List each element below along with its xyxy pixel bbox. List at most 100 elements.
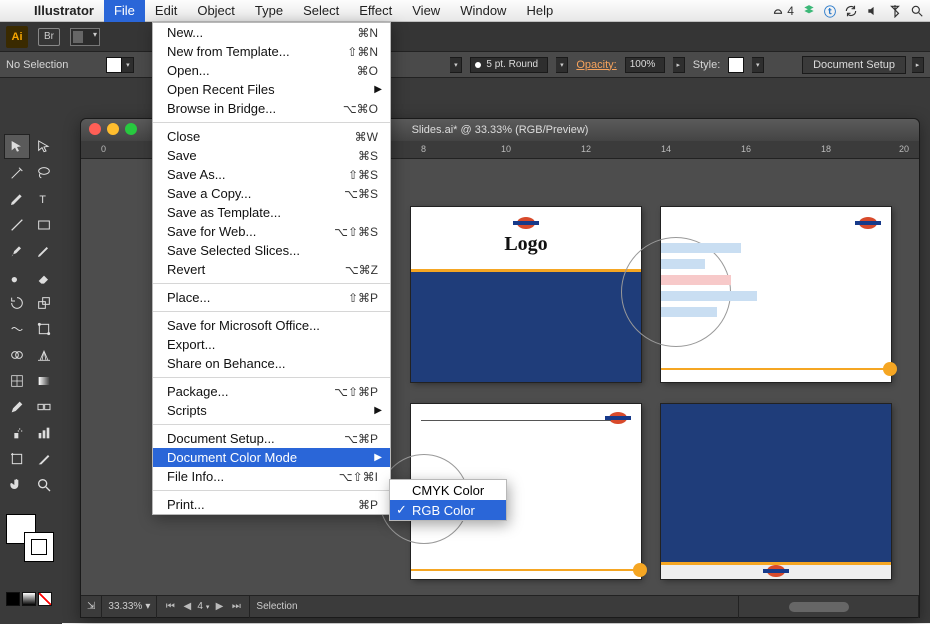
chip-color[interactable] [6, 592, 20, 606]
blob-brush-tool[interactable] [4, 264, 30, 289]
menu-type[interactable]: Type [245, 0, 293, 22]
style-swatch[interactable] [728, 57, 744, 73]
file-menu-item[interactable]: Save for Microsoft Office... [153, 316, 390, 335]
line-tool[interactable] [4, 212, 30, 237]
pencil-tool[interactable] [31, 238, 57, 263]
selection-tool[interactable] [4, 134, 30, 159]
artboard-nav[interactable]: ⏮ ◀ 4 ▾ ▶ ⏭ [157, 596, 250, 618]
rectangle-tool[interactable] [31, 212, 57, 237]
zoom-tool[interactable] [31, 472, 57, 497]
workspace-switcher[interactable] [70, 28, 100, 46]
color-mode-item[interactable]: ✓RGB Color [390, 500, 506, 520]
rotate-tool[interactable] [4, 290, 30, 315]
brush-field[interactable]: 5 pt. Round [470, 57, 548, 73]
file-menu-item[interactable]: Place...⇧⌘P [153, 288, 390, 307]
shape-builder-tool[interactable] [4, 342, 30, 367]
brush-dd[interactable]: ▾ [556, 57, 568, 73]
file-menu-item[interactable]: Save as Template... [153, 203, 390, 222]
status-mode[interactable]: Selection [250, 596, 739, 618]
zoom-readout[interactable]: 33.33% ▾ [102, 596, 157, 618]
bluetooth-icon[interactable] [888, 4, 902, 18]
brush-prev-dd[interactable]: ▾ [450, 57, 462, 73]
menu-edit[interactable]: Edit [145, 0, 187, 22]
direct-selection-tool[interactable] [31, 134, 57, 159]
file-menu-item[interactable]: Document Color Mode▶ [153, 448, 390, 467]
color-mode-item[interactable]: CMYK Color [390, 480, 506, 500]
file-menu-item[interactable]: Save Selected Slices... [153, 241, 390, 260]
file-menu-item[interactable]: Share on Behance... [153, 354, 390, 373]
file-menu-item[interactable]: File Info...⌥⇧⌘I [153, 467, 390, 486]
opacity-field[interactable]: 100% [625, 57, 665, 73]
hand-tool[interactable] [4, 472, 30, 497]
minimize-window-button[interactable] [107, 123, 119, 135]
file-menu-item[interactable]: New from Template...⇧⌘N [153, 42, 390, 61]
file-menu-item[interactable]: Browse in Bridge...⌥⌘O [153, 99, 390, 118]
file-menu-item[interactable]: Save⌘S [153, 146, 390, 165]
chip-none[interactable] [38, 592, 52, 606]
menu-view[interactable]: View [402, 0, 450, 22]
chip-gradient[interactable] [22, 592, 36, 606]
dropbox-icon[interactable] [802, 4, 816, 18]
pen-tool[interactable] [4, 186, 30, 211]
scale-tool[interactable] [31, 290, 57, 315]
bridge-icon[interactable]: Br [38, 28, 60, 46]
file-menu-item[interactable]: Package...⌥⇧⌘P [153, 382, 390, 401]
blend-tool[interactable] [31, 394, 57, 419]
file-menu-item[interactable]: Save for Web...⌥⇧⌘S [153, 222, 390, 241]
eyedropper-tool[interactable] [4, 394, 30, 419]
artboard-4[interactable] [661, 404, 891, 579]
file-menu-item[interactable]: Save As...⇧⌘S [153, 165, 390, 184]
window-controls[interactable] [89, 123, 137, 135]
style-dd[interactable]: ▾ [752, 57, 764, 73]
menu-effect[interactable]: Effect [349, 0, 402, 22]
lasso-tool[interactable] [31, 160, 57, 185]
close-window-button[interactable] [89, 123, 101, 135]
scrollbar-horizontal[interactable] [739, 596, 919, 618]
menu-help[interactable]: Help [516, 0, 563, 22]
mesh-tool[interactable] [4, 368, 30, 393]
document-setup-button[interactable]: Document Setup [802, 56, 906, 74]
fill-swatch-dd[interactable]: ▾ [122, 57, 134, 73]
file-menu-item[interactable]: Save a Copy...⌥⌘S [153, 184, 390, 203]
next-artboard-button[interactable]: ▶ [212, 600, 226, 614]
file-menu-item[interactable]: Scripts▶ [153, 401, 390, 420]
slice-tool[interactable] [31, 446, 57, 471]
last-artboard-button[interactable]: ⏭ [229, 600, 243, 614]
column-graph-tool[interactable] [31, 420, 57, 445]
eraser-tool[interactable] [31, 264, 57, 289]
te-icon[interactable]: ⓣ [824, 3, 836, 20]
first-artboard-button[interactable]: ⏮ [163, 600, 177, 614]
width-tool[interactable] [4, 316, 30, 341]
spotlight-icon[interactable] [910, 4, 924, 18]
artboard-tool[interactable] [4, 446, 30, 471]
menu-window[interactable]: Window [450, 0, 516, 22]
magic-wand-tool[interactable] [4, 160, 30, 185]
file-menu-item[interactable]: Revert⌥⌘Z [153, 260, 390, 279]
symbol-sprayer-tool[interactable] [4, 420, 30, 445]
status-expand-icon[interactable]: ⇲ [81, 596, 102, 618]
file-menu-item[interactable]: Print...⌘P [153, 495, 390, 514]
stroke-color-box[interactable] [24, 532, 54, 562]
opacity-label[interactable]: Opacity: [576, 59, 616, 71]
menu-file[interactable]: File [104, 0, 145, 22]
file-menu-item[interactable]: Export... [153, 335, 390, 354]
volume-icon[interactable] [866, 4, 880, 18]
file-menu-item[interactable]: New...⌘N [153, 23, 390, 42]
prev-artboard-button[interactable]: ◀ [180, 600, 194, 614]
gradient-tool[interactable] [31, 368, 57, 393]
file-menu-item[interactable]: Document Setup...⌥⌘P [153, 429, 390, 448]
file-menu-item[interactable]: Open...⌘O [153, 61, 390, 80]
menu-object[interactable]: Object [187, 0, 245, 22]
perspective-grid-tool[interactable] [31, 342, 57, 367]
artboard-2[interactable] [661, 207, 891, 382]
type-tool[interactable]: T [31, 186, 57, 211]
file-menu-item[interactable]: Close⌘W [153, 127, 390, 146]
artboard-1[interactable]: Logo [411, 207, 641, 382]
cc-sync-icon[interactable]: 4 [771, 4, 794, 18]
sync-icon[interactable] [844, 4, 858, 18]
artboard-number[interactable]: 4 [197, 601, 203, 612]
app-name[interactable]: Illustrator [24, 3, 104, 18]
paintbrush-tool[interactable] [4, 238, 30, 263]
opacity-dd[interactable]: ▸ [673, 57, 685, 73]
fill-stroke-indicator[interactable] [6, 514, 54, 562]
